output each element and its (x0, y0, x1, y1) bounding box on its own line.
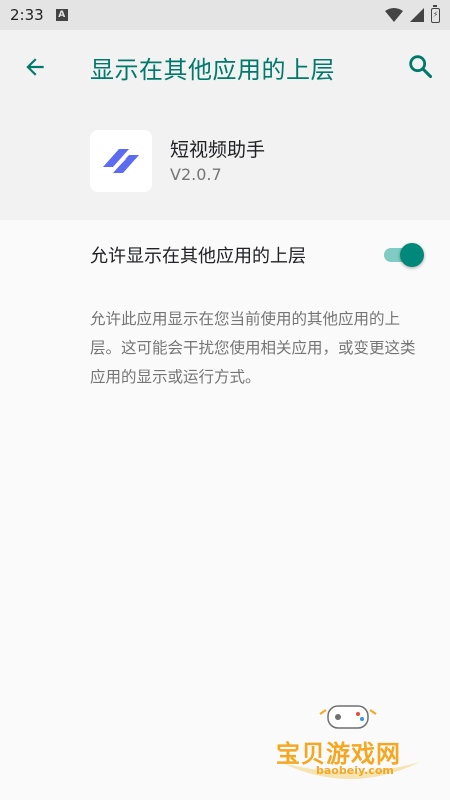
switch-thumb (400, 243, 424, 267)
permission-label: 允许显示在其他应用的上层 (90, 246, 306, 267)
permission-switch[interactable] (382, 242, 426, 268)
status-bar: 2:33 A ⚡ (0, 0, 450, 30)
permission-toggle-row[interactable]: 允许显示在其他应用的上层 (0, 222, 450, 288)
app-logo-icon (103, 149, 139, 173)
status-icons: ⚡ (385, 4, 440, 23)
wifi-icon (385, 8, 403, 22)
notification-a-icon: A (55, 9, 68, 21)
search-icon[interactable] (406, 52, 434, 80)
page-title: 显示在其他应用的上层 (90, 56, 335, 84)
app-bar: 显示在其他应用的上层 (0, 30, 450, 102)
watermark-logo: 宝贝游戏网 baobeiy.com (270, 700, 430, 790)
app-info-header: 短视频助手 V2.0.7 (0, 102, 450, 220)
cellular-signal-icon (410, 8, 424, 22)
status-time: 2:33 (10, 6, 44, 24)
permission-description: 允许此应用显示在您当前使用的其他应用的上层。这可能会干扰您使用相关应用，或变更这… (90, 310, 416, 386)
back-arrow-icon[interactable] (22, 54, 48, 80)
app-name: 短视频助手 (170, 139, 266, 161)
watermark-url: baobeiy.com (316, 764, 394, 777)
battery-icon: ⚡ (431, 4, 440, 23)
app-icon (90, 130, 152, 192)
app-version: V2.0.7 (170, 165, 222, 184)
